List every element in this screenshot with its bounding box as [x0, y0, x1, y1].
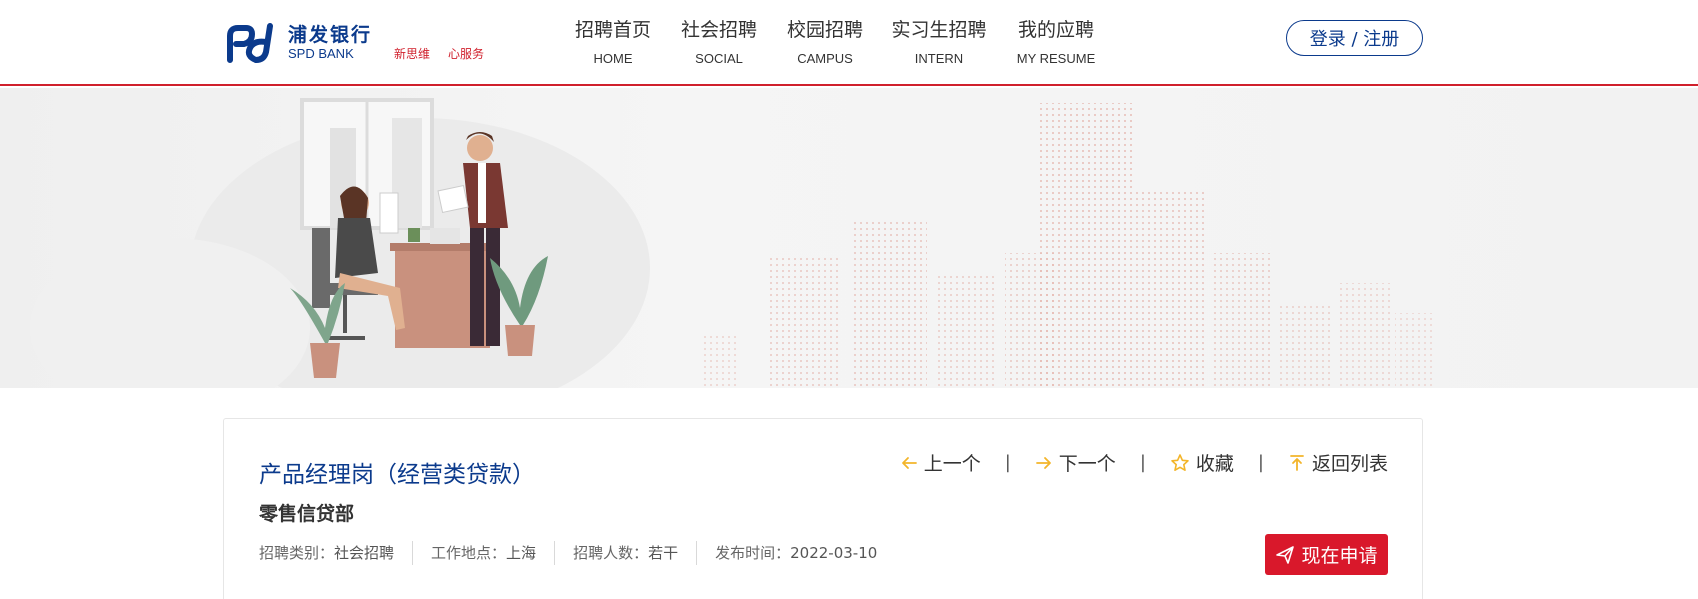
job-title: 产品经理岗（经营类贷款）: [259, 462, 535, 488]
nav-label-en: CAMPUS: [797, 51, 853, 66]
nav-item-home[interactable]: 招聘首页 HOME: [568, 18, 658, 68]
brand-name-en: SPD BANK: [288, 46, 354, 61]
meta-value: 社会招聘: [334, 544, 395, 562]
nav-label-en: HOME: [593, 51, 633, 66]
meta-label: 发布时间：: [715, 544, 791, 562]
arrow-up-icon: [1288, 454, 1306, 472]
nav-item-social[interactable]: 社会招聘 SOCIAL: [674, 18, 764, 68]
star-icon: [1170, 453, 1190, 473]
nav-item-intern[interactable]: 实习生招聘 INTERN: [884, 18, 994, 68]
hero-banner: [0, 88, 1698, 388]
paper-plane-icon: [1275, 545, 1295, 565]
prev-job-label: 上一个: [923, 453, 981, 475]
nav-label-cn: 社会招聘: [680, 19, 757, 41]
login-register-button[interactable]: 登录 / 注册: [1286, 20, 1423, 56]
job-publish-date: 发布时间：2022-03-10: [696, 541, 895, 565]
main-nav: 招聘首页 HOME 社会招聘 SOCIAL 校园招聘 CAMPUS 实习生招聘 …: [560, 18, 1106, 68]
brand-slogan: 新思维 心服务: [394, 45, 484, 62]
arrow-right-icon: [1035, 454, 1053, 472]
office-illustration: [30, 98, 1435, 388]
meta-value: 2022-03-10: [790, 544, 878, 562]
prev-job-button[interactable]: 上一个: [900, 449, 981, 476]
back-to-list-button[interactable]: 返回列表: [1288, 449, 1388, 476]
job-location: 工作地点：上海: [412, 541, 554, 565]
meta-value: 若干: [648, 544, 679, 562]
job-category: 招聘类别：社会招聘: [259, 541, 412, 565]
nav-label-cn: 校园招聘: [786, 19, 863, 41]
back-to-list-label: 返回列表: [1311, 453, 1388, 475]
nav-label-en: INTERN: [914, 51, 964, 66]
nav-label-cn: 实习生招聘: [891, 19, 987, 41]
meta-label: 工作地点：: [431, 544, 507, 562]
next-job-button[interactable]: 下一个: [1035, 449, 1116, 476]
next-job-label: 下一个: [1058, 453, 1116, 475]
meta-label: 招聘人数：: [573, 544, 649, 562]
slogan-part-2: 心服务: [448, 47, 485, 61]
divider: |: [1004, 452, 1011, 473]
slogan-part-1: 新思维: [394, 47, 431, 61]
spd-logo-icon: [227, 23, 273, 63]
job-department: 零售信贷部: [259, 503, 355, 525]
job-actions: 上一个 | 下一个 | 收藏 | 返回列表: [900, 449, 1388, 476]
divider: |: [1139, 452, 1146, 473]
divider: |: [1257, 452, 1264, 473]
site-header: 浦发银行 SPD BANK 新思维 心服务 招聘首页 HOME 社会招聘 SOC…: [0, 0, 1698, 86]
nav-label-cn: 招聘首页: [574, 19, 651, 41]
arrow-left-icon: [900, 454, 918, 472]
favorite-button[interactable]: 收藏: [1170, 449, 1234, 476]
apply-now-label: 现在申请: [1301, 545, 1378, 567]
spd-bank-logo[interactable]: 浦发银行 SPD BANK: [226, 22, 372, 64]
nav-label-en: SOCIAL: [695, 51, 743, 66]
apply-now-button[interactable]: 现在申请: [1265, 534, 1388, 575]
job-meta: 招聘类别：社会招聘 工作地点：上海 招聘人数：若干 发布时间：2022-03-1…: [259, 541, 895, 565]
job-headcount: 招聘人数：若干: [554, 541, 696, 565]
nav-item-campus[interactable]: 校园招聘 CAMPUS: [780, 18, 870, 68]
meta-value: 上海: [506, 544, 537, 562]
brand-name-cn: 浦发银行: [288, 24, 373, 46]
job-detail-card: 产品经理岗（经营类贷款） 零售信贷部 招聘类别：社会招聘 工作地点：上海 招聘人…: [223, 418, 1423, 599]
favorite-label: 收藏: [1195, 453, 1234, 475]
nav-label-en: MY RESUME: [1016, 51, 1096, 66]
meta-label: 招聘类别：: [259, 544, 335, 562]
nav-item-my-resume[interactable]: 我的应聘 MY RESUME: [1006, 18, 1106, 68]
nav-label-cn: 我的应聘: [1017, 19, 1094, 41]
